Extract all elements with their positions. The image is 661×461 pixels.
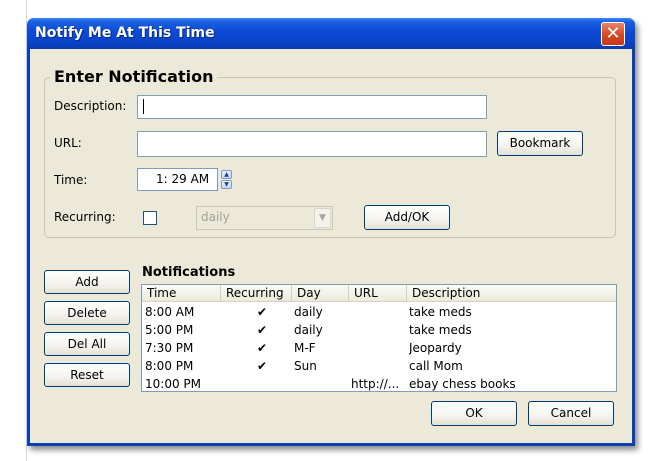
cell-day: daily	[294, 305, 323, 319]
time-increment-button[interactable]: ▲	[221, 170, 232, 179]
notifications-title: Notifications	[142, 265, 236, 280]
description-input[interactable]	[137, 95, 487, 119]
cell-description: take meds	[409, 305, 472, 319]
close-button[interactable]: ✕	[601, 22, 625, 46]
cell-description: call Mom	[409, 359, 463, 373]
cell-time: 7:30 PM	[145, 341, 194, 355]
checkmark-icon: ✔	[257, 341, 268, 355]
chevron-down-icon: ▼	[314, 208, 331, 228]
cell-url	[351, 339, 405, 357]
delete-button[interactable]: Delete	[44, 301, 130, 325]
cell-time: 5:00 PM	[145, 323, 194, 337]
table-row[interactable]: 8:00 AM ✔ daily take meds	[142, 303, 616, 321]
url-label: URL:	[54, 136, 82, 150]
description-label: Description:	[54, 99, 127, 113]
text-caret	[143, 99, 144, 114]
ok-button[interactable]: OK	[431, 401, 517, 426]
column-header-recurring[interactable]: Recurring	[221, 285, 292, 302]
cell-url: http://...	[351, 377, 400, 391]
column-header-time[interactable]: Time	[142, 285, 221, 302]
checkmark-icon: ✔	[257, 323, 268, 337]
cell-day: M-F	[294, 341, 316, 355]
column-header-url[interactable]: URL	[349, 285, 407, 302]
reset-button[interactable]: Reset	[44, 363, 130, 387]
bookmark-button[interactable]: Bookmark	[497, 131, 583, 156]
dialog-window: Notify Me At This Time ✕ Enter Notificat…	[27, 18, 635, 446]
add-button[interactable]: Add	[44, 270, 130, 294]
notifications-table[interactable]: Time Recurring Day URL Description 8:00 …	[141, 284, 617, 392]
column-header-day[interactable]: Day	[292, 285, 349, 302]
time-input[interactable]: 1: 29 AM	[137, 168, 218, 191]
desktop-background	[0, 0, 27, 461]
url-input[interactable]	[137, 131, 487, 157]
table-row[interactable]: 5:00 PM ✔ daily take meds	[142, 321, 616, 339]
cell-url	[351, 357, 405, 375]
cell-url	[351, 321, 405, 339]
cell-day: Sun	[294, 359, 317, 373]
time-label: Time:	[54, 173, 88, 187]
title-bar[interactable]: Notify Me At This Time ✕	[27, 18, 635, 49]
cell-description: take meds	[409, 323, 472, 337]
cell-url	[351, 303, 405, 321]
recurring-frequency-value: daily	[201, 210, 230, 224]
cell-day: daily	[294, 323, 323, 337]
time-decrement-button[interactable]: ▼	[221, 180, 232, 189]
window-title: Notify Me At This Time	[35, 25, 215, 41]
table-header: Time Recurring Day URL Description	[142, 285, 616, 302]
cell-description: ebay chess books	[409, 377, 516, 391]
recurring-checkbox[interactable]	[143, 211, 157, 225]
cell-time: 8:00 PM	[145, 359, 194, 373]
table-row[interactable]: 7:30 PM ✔ M-F Jeopardy	[142, 339, 616, 357]
add-ok-button[interactable]: Add/OK	[364, 205, 450, 230]
cell-description: Jeopardy	[409, 341, 462, 355]
group-title: Enter Notification	[50, 67, 218, 86]
close-icon: ✕	[605, 23, 621, 44]
checkmark-icon: ✔	[257, 305, 268, 319]
recurring-label: Recurring:	[54, 210, 116, 224]
table-row[interactable]: 8:00 PM ✔ Sun call Mom	[142, 357, 616, 375]
dialog-client-area: Enter Notification Description: URL: Boo…	[30, 49, 632, 443]
checkmark-icon: ✔	[257, 359, 268, 373]
table-row[interactable]: 10:00 PM http://... ebay chess books	[142, 375, 616, 391]
time-value: 1: 29 AM	[156, 172, 210, 186]
arrow-down-icon: ▼	[224, 181, 229, 188]
column-header-description[interactable]: Description	[407, 285, 616, 302]
arrow-up-icon: ▲	[224, 171, 229, 178]
delete-all-button[interactable]: Del All	[44, 332, 130, 356]
recurring-frequency-select[interactable]: daily ▼	[196, 206, 333, 230]
cell-time: 8:00 AM	[145, 305, 195, 319]
cell-time: 10:00 PM	[145, 377, 201, 391]
cancel-button[interactable]: Cancel	[528, 401, 614, 426]
